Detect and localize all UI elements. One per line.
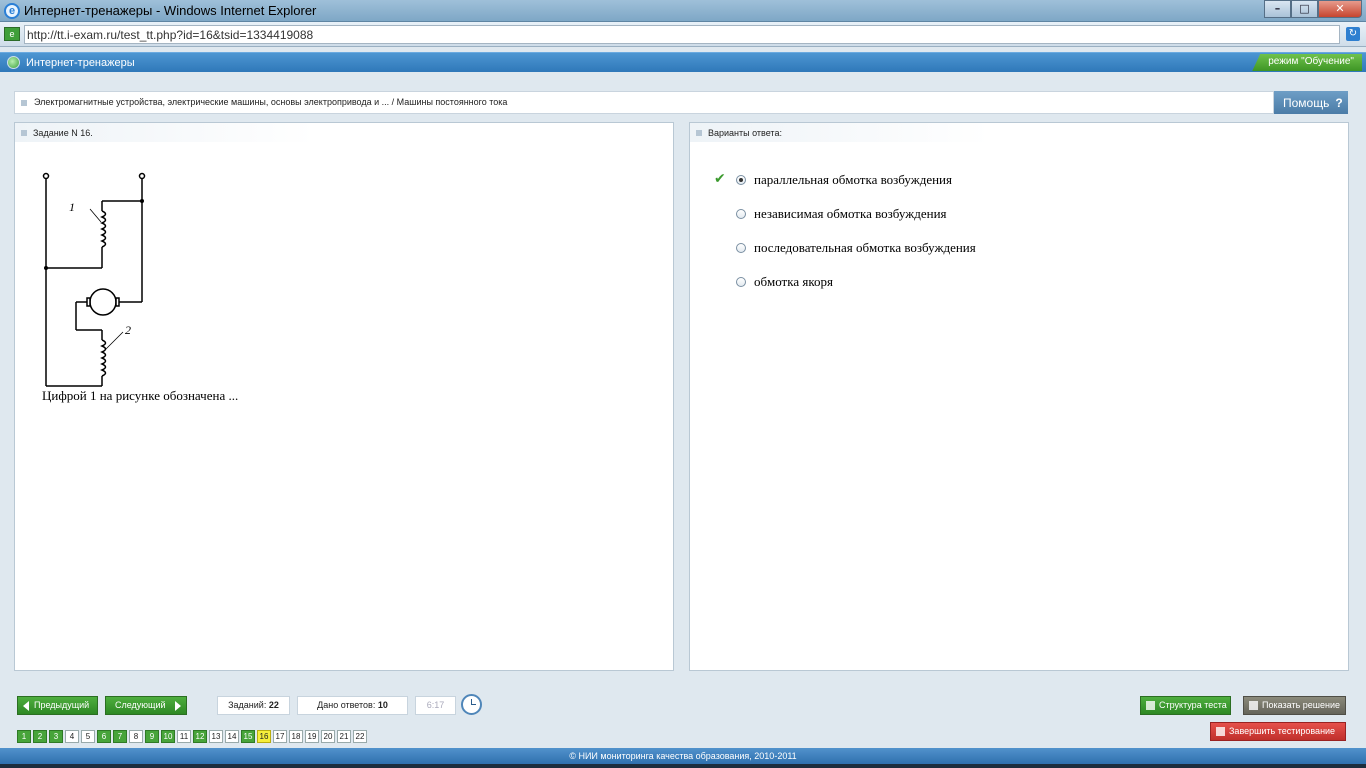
next-button[interactable]: Следующий — [105, 696, 187, 715]
answered-value: 10 — [377, 700, 388, 710]
previous-button[interactable]: Предыдущий — [17, 696, 98, 715]
checkmark-icon: ✔ — [714, 170, 726, 186]
clock-icon[interactable] — [461, 694, 482, 715]
tasks-value: 22 — [268, 700, 279, 710]
maximize-button[interactable]: □ — [1291, 0, 1318, 18]
app-header: Интернет-тренажеры режим "Обучение" — [0, 52, 1366, 72]
ie-logo-icon: e — [4, 3, 20, 19]
answer-option[interactable]: независимая обмотка возбуждения — [714, 205, 1314, 239]
taskbar-edge — [0, 764, 1366, 768]
question-number-button[interactable]: 5 — [81, 730, 95, 743]
answer-label: независимая обмотка возбуждения — [754, 206, 947, 221]
arrow-left-icon — [23, 701, 29, 711]
finish-label: Завершить тестирование — [1229, 726, 1336, 736]
finish-test-button[interactable]: Завершить тестирование — [1210, 722, 1346, 741]
answers-title: Варианты ответа: — [708, 128, 782, 138]
document-icon — [1146, 701, 1155, 710]
figure-label-2: 2 — [125, 323, 131, 337]
minimize-button[interactable]: – — [1264, 0, 1291, 18]
test-structure-button[interactable]: Структура теста — [1140, 696, 1231, 715]
timer-display: 6:17 — [415, 696, 456, 715]
question-panel: Задание N 16. 1 2 Цифрой 1 на рисунке об… — [14, 122, 674, 671]
globe-icon — [7, 56, 20, 69]
answer-radio[interactable] — [736, 175, 746, 185]
window-title: Интернет-тренажеры - Windows Internet Ex… — [24, 3, 317, 18]
help-button[interactable]: Помощь? — [1274, 91, 1348, 114]
question-number-button[interactable]: 13 — [209, 730, 223, 743]
answer-label: обмотка якоря — [754, 274, 833, 289]
question-navigator: 1 2 3 4 5 6 7 8 9 10 11 12 13 14 15 16 17 18 19 20 21 22 — [17, 730, 367, 743]
tasks-label: Заданий: — [228, 700, 267, 710]
question-number-button[interactable]: 8 — [129, 730, 143, 743]
question-number-button[interactable]: 2 — [33, 730, 47, 743]
breadcrumb: Электромагнитные устройства, электрическ… — [14, 91, 1274, 114]
next-label: Следующий — [115, 700, 166, 710]
breadcrumb-text: Электромагнитные устройства, электрическ… — [34, 97, 508, 107]
close-button[interactable]: ✕ — [1318, 0, 1362, 18]
answer-list: ✔ параллельная обмотка возбуждения незав… — [714, 171, 1314, 307]
question-number-button[interactable]: 17 — [273, 730, 287, 743]
question-number-button[interactable]: 1 — [17, 730, 31, 743]
question-number-button[interactable]: 7 — [113, 730, 127, 743]
app-title: Интернет-тренажеры — [26, 57, 135, 69]
question-number-button[interactable]: 10 — [161, 730, 175, 743]
footer: © НИИ мониторинга качества образования, … — [0, 748, 1366, 764]
answered-count: Дано ответов: 10 — [297, 696, 408, 715]
question-header: Задание N 16. — [15, 123, 315, 142]
site-favicon-icon: e — [4, 27, 20, 41]
question-number-button[interactable]: 4 — [65, 730, 79, 743]
question-number-button[interactable]: 11 — [177, 730, 191, 743]
bullet-icon — [696, 130, 702, 136]
answer-option[interactable]: ✔ параллельная обмотка возбуждения — [714, 171, 1314, 205]
question-text: Цифрой 1 на рисунке обозначена ... — [42, 388, 239, 403]
question-number-button[interactable]: 6 — [97, 730, 111, 743]
question-number-button[interactable]: 3 — [49, 730, 63, 743]
question-number: Задание N 16. — [33, 128, 93, 138]
arrow-right-icon — [175, 701, 181, 711]
bullet-icon — [21, 130, 27, 136]
window-controls: – □ ✕ — [1264, 0, 1362, 18]
answer-option[interactable]: последовательная обмотка возбуждения — [714, 239, 1314, 273]
question-number-button[interactable]: 12 — [193, 730, 207, 743]
question-number-button[interactable]: 18 — [289, 730, 303, 743]
compatibility-view-icon[interactable]: ↻ — [1346, 27, 1360, 41]
tasks-count: Заданий: 22 — [217, 696, 290, 715]
answer-radio[interactable] — [736, 209, 746, 219]
previous-label: Предыдущий — [34, 700, 90, 710]
structure-label: Структура теста — [1159, 700, 1227, 710]
answer-option[interactable]: обмотка якоря — [714, 273, 1314, 307]
mode-badge: режим "Обучение" — [1252, 54, 1362, 71]
circuit-diagram: 1 2 — [42, 172, 146, 387]
solution-label: Показать решение — [1262, 700, 1340, 710]
bullet-icon — [21, 100, 27, 106]
answer-radio[interactable] — [736, 277, 746, 287]
answer-radio[interactable] — [736, 243, 746, 253]
answer-label: параллельная обмотка возбуждения — [754, 172, 952, 187]
question-number-button[interactable]: 20 — [321, 730, 335, 743]
answered-label: Дано ответов: — [317, 700, 376, 710]
question-number-button[interactable]: 14 — [225, 730, 239, 743]
question-number-button[interactable]: 19 — [305, 730, 319, 743]
question-number-button[interactable]: 21 — [337, 730, 351, 743]
show-solution-button[interactable]: Показать решение — [1243, 696, 1346, 715]
url-field[interactable]: http://tt.i-exam.ru/test_tt.php?id=16&ts… — [24, 25, 1340, 44]
window-titlebar: e Интернет-тренажеры - Windows Internet … — [0, 0, 1366, 22]
question-number-button[interactable]: 16 — [257, 730, 271, 743]
answers-panel: Варианты ответа: ✔ параллельная обмотка … — [689, 122, 1349, 671]
answer-label: последовательная обмотка возбуждения — [754, 240, 976, 255]
question-number-button[interactable]: 9 — [145, 730, 159, 743]
help-label: Помощь — [1283, 96, 1330, 110]
answers-header: Варианты ответа: — [690, 123, 990, 142]
figure-label-1: 1 — [69, 200, 75, 214]
runner-icon — [1216, 727, 1225, 736]
book-icon — [1249, 701, 1258, 710]
question-mark-icon: ? — [1335, 96, 1343, 110]
address-bar: e http://tt.i-exam.ru/test_tt.php?id=16&… — [0, 22, 1366, 47]
question-number-button[interactable]: 22 — [353, 730, 367, 743]
question-number-button[interactable]: 15 — [241, 730, 255, 743]
